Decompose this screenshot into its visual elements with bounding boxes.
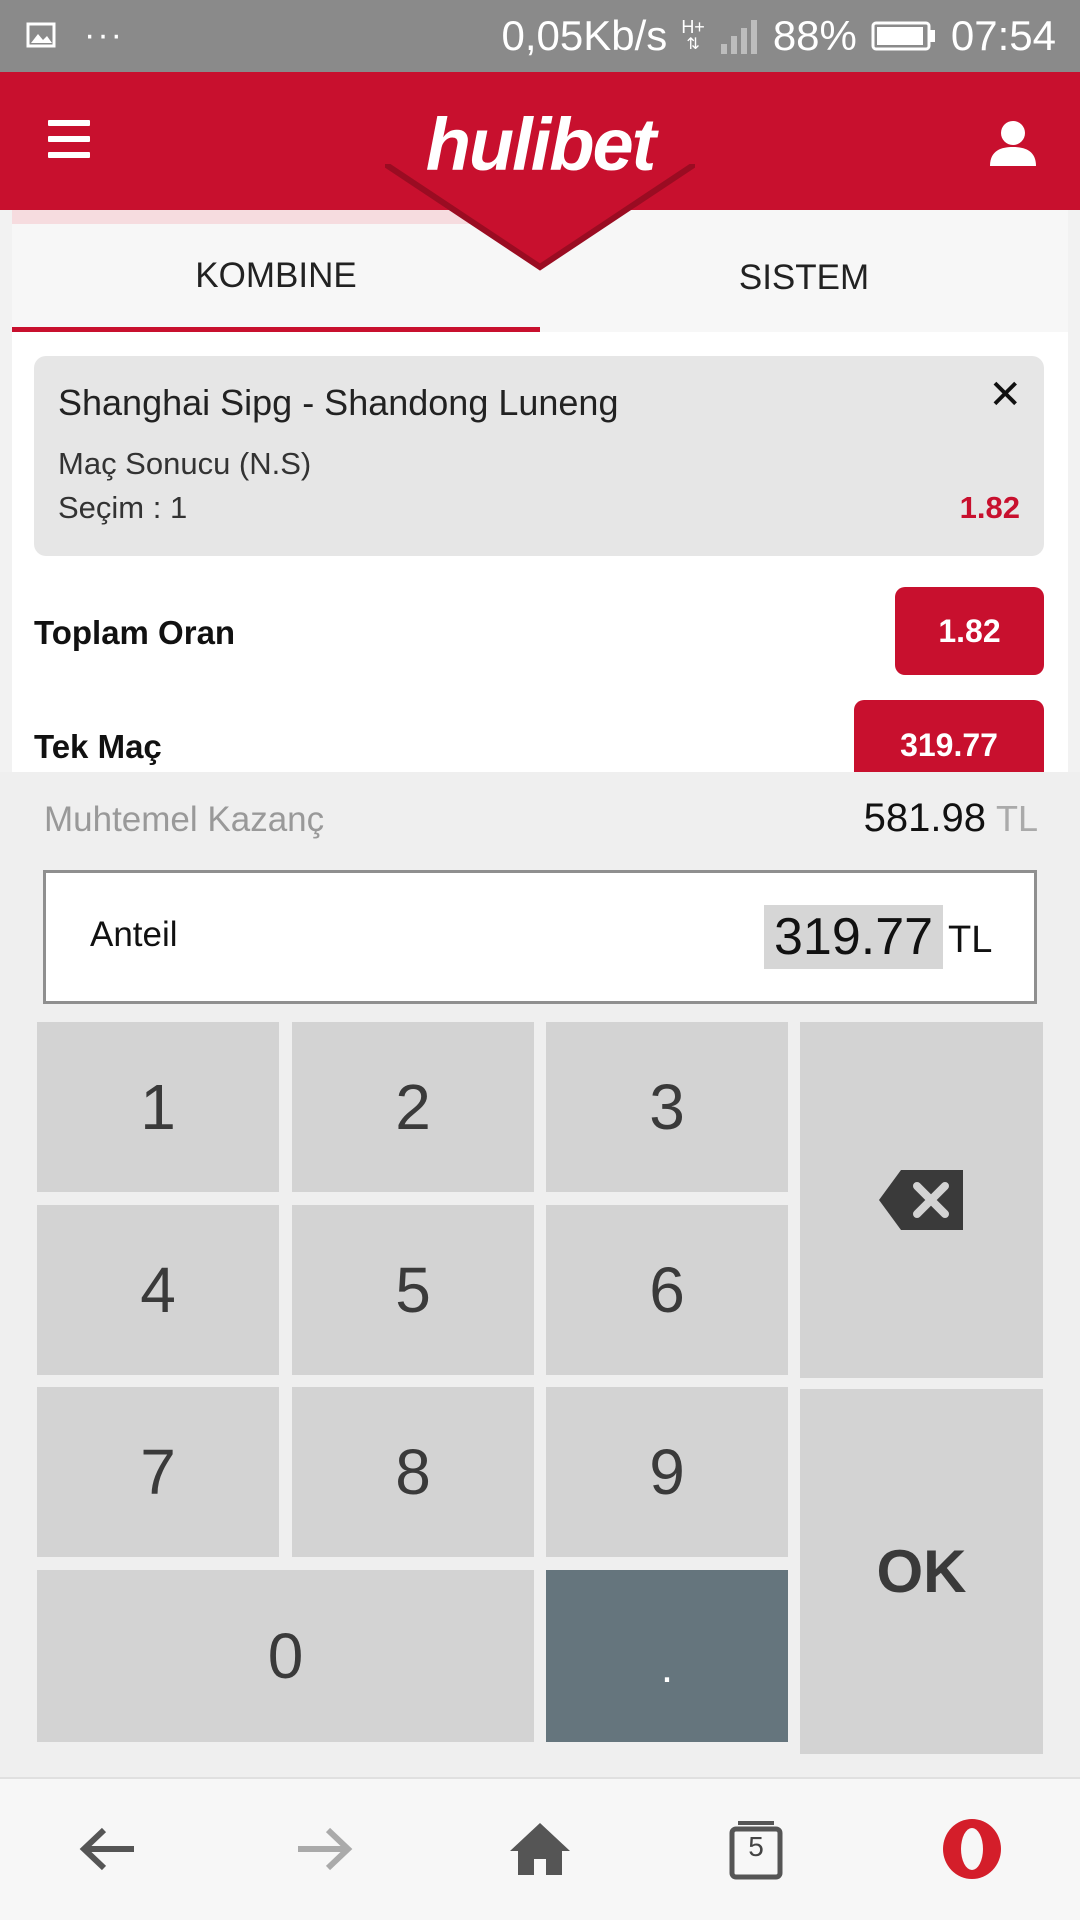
ok-button[interactable]: OK [800, 1389, 1043, 1754]
status-bar: ··· 0,05Kb/s H+ ⇅ 88% 07:54 [0, 0, 1080, 72]
key-1[interactable]: 1 [37, 1022, 279, 1192]
key-3[interactable]: 3 [546, 1022, 788, 1192]
key-7[interactable]: 7 [37, 1387, 279, 1557]
stake-keypad-sheet: Muhtemel Kazanç 581.98 TL Anteil 319.77 … [0, 772, 1080, 1777]
betslip-panel: KOMBINE SISTEM Shanghai Sipg - Shandong … [12, 210, 1068, 772]
selection-odd: 1.82 [959, 490, 1020, 525]
back-arrow-icon[interactable] [68, 1809, 148, 1889]
total-odds-label: Toplam Oran [34, 614, 236, 651]
more-dots-icon: ··· [84, 16, 124, 54]
single-match-label: Tek Maç [34, 728, 162, 765]
key-6[interactable]: 6 [546, 1205, 788, 1375]
hamburger-menu-icon[interactable] [48, 120, 90, 158]
stake-label: Anteil [90, 915, 178, 954]
key-0[interactable]: 0 [37, 1570, 534, 1742]
logo[interactable]: hulibet [385, 72, 695, 272]
key-4[interactable]: 4 [37, 1205, 279, 1375]
opera-logo-icon[interactable] [932, 1809, 1012, 1889]
clock: 07:54 [950, 12, 1056, 59]
home-icon[interactable] [500, 1809, 580, 1889]
backspace-icon [878, 1170, 963, 1230]
close-icon[interactable]: ✕ [988, 372, 1022, 418]
browser-nav-bar: 5 [0, 1777, 1080, 1920]
market-name: Maç Sonucu (N.S) [58, 446, 312, 481]
tabs-icon[interactable]: 5 [716, 1809, 796, 1889]
image-icon [26, 22, 56, 48]
bet-card: Shanghai Sipg - Shandong Luneng ✕ Maç So… [34, 356, 1044, 556]
user-icon[interactable] [988, 120, 1038, 168]
match-title: Shanghai Sipg - Shandong Luneng [58, 382, 619, 423]
stake-currency: TL [948, 919, 993, 961]
key-2[interactable]: 2 [292, 1022, 534, 1192]
key-8[interactable]: 8 [292, 1387, 534, 1557]
possible-winnings-currency: TL [995, 798, 1038, 839]
backspace-key[interactable] [800, 1022, 1043, 1378]
network-speed: 0,05Kb/s [501, 12, 668, 59]
battery-percent: 88% [772, 12, 857, 59]
single-match-value[interactable]: 319.77 [854, 700, 1044, 772]
stake-input[interactable]: 319.77 [764, 905, 944, 969]
forward-arrow-icon[interactable] [284, 1809, 364, 1889]
battery-icon [871, 21, 935, 51]
key-decimal[interactable]: . [546, 1570, 788, 1742]
selection-text: Seçim : 1 [58, 490, 188, 525]
signal-icon [720, 20, 757, 54]
total-odds-value: 1.82 [895, 587, 1044, 675]
possible-winnings-value: 581.98 [863, 796, 986, 840]
key-9[interactable]: 9 [546, 1387, 788, 1557]
tabs-count: 5 [748, 1831, 764, 1862]
logo-text: hulibet [425, 103, 657, 186]
network-type: H+ ⇅ [681, 17, 705, 53]
possible-winnings-label: Muhtemel Kazanç [44, 800, 325, 839]
stake-field[interactable]: Anteil 319.77 TL [43, 870, 1037, 1004]
key-5[interactable]: 5 [292, 1205, 534, 1375]
